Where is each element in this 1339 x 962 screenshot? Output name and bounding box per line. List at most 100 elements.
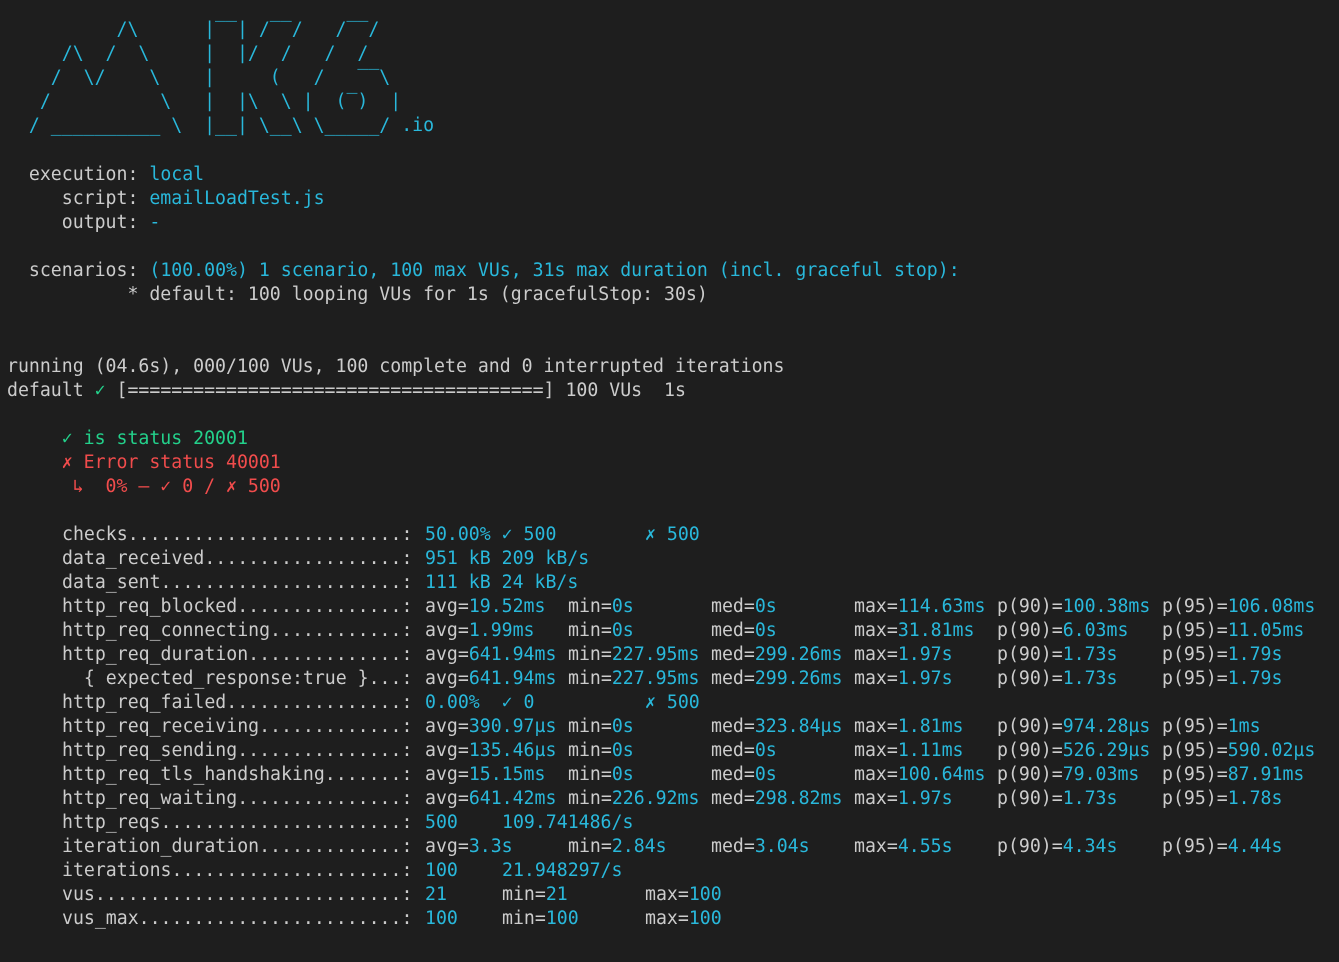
script-line: script: emailLoadTest.js bbox=[61, 188, 325, 209]
execution-value: local bbox=[149, 164, 205, 185]
metric-value: max=114.63ms bbox=[854, 596, 986, 617]
metric-value: p(90)=1.73s bbox=[997, 644, 1118, 665]
metric-row: http_req_waiting...............: avg=641.… bbox=[0, 787, 1339, 811]
metric-name: http_req_receiving.............: bbox=[62, 716, 413, 737]
metric-name: data_sent......................: bbox=[62, 572, 413, 593]
metric-value: max=4.55s bbox=[854, 836, 953, 857]
check-fail-line: ✗ Error status 40001 bbox=[7, 451, 281, 475]
metric-value: min=227.95ms bbox=[568, 668, 700, 689]
metric-value: p(90)=100.38ms bbox=[997, 596, 1151, 617]
metric-value: 100 bbox=[425, 860, 458, 881]
metric-value: p(90)=1.73s bbox=[997, 788, 1118, 809]
metric-value: 21 bbox=[425, 884, 447, 905]
metric-value: min=100 bbox=[502, 908, 579, 929]
metric-row: http_req_failed................: 0.00% ✓ … bbox=[0, 691, 1339, 715]
metric-value: avg=641.42ms bbox=[425, 788, 557, 809]
k6-logo-line: /\ / \ | |/ / / / bbox=[7, 43, 369, 64]
check-mark-icon: ✓ bbox=[94, 380, 106, 401]
metric-value: min=0s bbox=[568, 740, 634, 761]
progress-bar: [======================================] bbox=[116, 380, 555, 401]
metric-name: http_req_tls_handshaking.......: bbox=[62, 764, 413, 785]
metric-row: http_req_sending...............: avg=135.… bbox=[0, 739, 1339, 763]
metric-value: med=3.04s bbox=[711, 836, 810, 857]
metric-value: max=100.64ms bbox=[854, 764, 986, 785]
check-fail-text: Error status 40001 bbox=[83, 452, 281, 473]
metric-value: p(95)=1.79s bbox=[1162, 644, 1283, 665]
metric-value: p(90)=79.03ms bbox=[997, 764, 1140, 785]
metric-name: http_reqs......................: bbox=[62, 812, 413, 833]
script-label: script bbox=[61, 188, 128, 209]
check-pass-text: is status 20001 bbox=[83, 428, 248, 449]
k6-logo-line: / __________ \ |__| \__\ \_____/ .io bbox=[7, 115, 435, 136]
metric-value: min=226.92ms bbox=[568, 788, 700, 809]
metric-value: med=0s bbox=[711, 596, 777, 617]
metric-name: data_received..................: bbox=[62, 548, 413, 569]
metric-row: iterations.....................: 100 21.94… bbox=[0, 859, 1339, 883]
metric-value: p(95)=1.79s bbox=[1162, 668, 1283, 689]
metric-row: http_reqs......................: 500 109.7… bbox=[0, 811, 1339, 835]
metric-value: avg=3.3s bbox=[425, 836, 513, 857]
metric-row: http_req_connecting............: avg=1.99… bbox=[0, 619, 1339, 643]
metric-value: ✗ 500 bbox=[645, 692, 700, 713]
metric-name: http_req_failed................: bbox=[62, 692, 413, 713]
metric-value: max=1.11ms bbox=[854, 740, 964, 761]
metric-value: med=299.26ms bbox=[711, 644, 843, 665]
metric-value: min=0s bbox=[568, 620, 634, 641]
metric-value: 21.948297/s bbox=[502, 860, 623, 881]
metric-name: { expected_response:true }...: bbox=[62, 668, 413, 689]
metric-value: 50.00% ✓ 500 bbox=[425, 524, 557, 545]
metric-value: min=2.84s bbox=[568, 836, 667, 857]
metric-value: p(95)=106.08ms bbox=[1162, 596, 1316, 617]
metric-value: 0.00% ✓ 0 bbox=[425, 692, 535, 713]
metric-value: max=31.81ms bbox=[854, 620, 975, 641]
metric-value: min=21 bbox=[502, 884, 568, 905]
output-line: output: - bbox=[61, 212, 161, 233]
metric-value: p(90)=974.28µs bbox=[997, 716, 1151, 737]
metric-value: max=1.97s bbox=[854, 644, 953, 665]
metric-value: p(95)=87.91ms bbox=[1162, 764, 1305, 785]
metric-value: min=227.95ms bbox=[568, 644, 700, 665]
metric-row: vus_max........................: 100 min=1… bbox=[0, 907, 1339, 931]
scenarios-summary: (100.00%) 1 scenario, 100 max VUs, 31s m… bbox=[149, 260, 960, 281]
metric-name: http_req_waiting...............: bbox=[62, 788, 413, 809]
scenarios-label: scenarios bbox=[28, 260, 128, 281]
metric-value: min=0s bbox=[568, 764, 634, 785]
cross-mark-icon: ✗ bbox=[61, 452, 73, 473]
metric-name: http_req_duration..............: bbox=[62, 644, 413, 665]
run-status-line: running (04.6s), 000/100 VUs, 100 comple… bbox=[7, 356, 785, 377]
k6-logo-suffix: .io bbox=[401, 115, 435, 136]
metric-value: avg=135.46µs bbox=[425, 740, 557, 761]
metric-row: checks.........................: 50.00% ✓… bbox=[0, 523, 1339, 547]
scenarios-line: scenarios: (100.00%) 1 scenario, 100 max… bbox=[28, 260, 960, 281]
check-mark-icon: ✓ bbox=[61, 428, 73, 449]
metric-row: http_req_receiving.............: avg=390.… bbox=[0, 715, 1339, 739]
metric-name: http_req_sending...............: bbox=[62, 740, 413, 761]
metric-value: p(95)=1ms bbox=[1162, 716, 1261, 737]
metric-row: data_sent......................: 111 kB 2… bbox=[0, 571, 1339, 595]
k6-logo-line: / \ | |\ \ | (‾) | bbox=[7, 91, 402, 112]
run-progress-line: default ✓ [=============================… bbox=[7, 379, 686, 403]
metric-value: max=1.81ms bbox=[854, 716, 964, 737]
metric-row: http_req_blocked...............: avg=19.5… bbox=[0, 595, 1339, 619]
output-label: output bbox=[61, 212, 128, 233]
metric-value: p(95)=1.78s bbox=[1162, 788, 1283, 809]
metric-value: min=0s bbox=[568, 596, 634, 617]
script-value: emailLoadTest.js bbox=[149, 188, 325, 209]
metric-row: http_req_duration..............: avg=641.… bbox=[0, 643, 1339, 667]
metric-value: p(90)=6.03ms bbox=[997, 620, 1129, 641]
check-detail-text: ↳ 0% — ✓ 0 / ✗ 500 bbox=[72, 476, 281, 497]
metric-value: avg=1.99ms bbox=[425, 620, 535, 641]
metric-value: 951 kB 209 kB/s bbox=[425, 548, 590, 569]
metric-value: avg=641.94ms bbox=[425, 668, 557, 689]
metric-name: vus............................: bbox=[62, 884, 413, 905]
scenario-default-text: * default: 100 looping VUs for 1s (grace… bbox=[127, 284, 708, 305]
metric-name: http_req_blocked...............: bbox=[62, 596, 413, 617]
metric-value: med=298.82ms bbox=[711, 788, 843, 809]
metric-value: med=323.84µs bbox=[711, 716, 843, 737]
metric-value: 500 bbox=[425, 812, 458, 833]
metric-value: max=100 bbox=[645, 884, 722, 905]
metric-value: min=0s bbox=[568, 716, 634, 737]
metric-name: http_req_connecting............: bbox=[62, 620, 413, 641]
metric-row: { expected_response:true }...: avg=641.94… bbox=[0, 667, 1339, 691]
k6-logo-line: /\ |‾‾| /‾‾/ /‾‾/ bbox=[7, 19, 380, 40]
